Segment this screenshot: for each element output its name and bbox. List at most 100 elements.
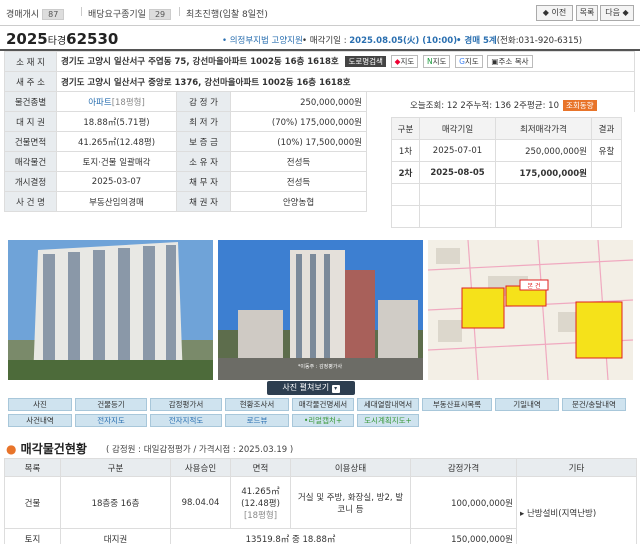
owner-value: 전성득 xyxy=(230,151,367,172)
round-cell xyxy=(591,183,622,206)
rounds-table: 구분 매각기일 최저매각가격 결과 1차 2025-07-01 250,000,… xyxy=(391,117,622,228)
goods-cell: 거실 및 주방, 화장실, 방2, 발코니 등 xyxy=(290,476,411,529)
round-cell: 2025-07-01 xyxy=(419,139,496,162)
round-cell: 2차 xyxy=(391,161,420,184)
info-label: 대 지 권 xyxy=(4,111,57,132)
prev-button[interactable]: ◆ 이전 xyxy=(536,5,573,21)
info-label: 감 정 가 xyxy=(176,91,231,112)
goods-header: 면적 xyxy=(230,458,291,477)
auction-start-tab[interactable]: 경매개시 87 xyxy=(6,7,65,20)
top-bar: 경매개시 87 | 배당요구종기일 29 | 최초진행(입찰 8일전) ◆ 이전 목… xyxy=(0,0,640,26)
map-button-3[interactable]: G지도 xyxy=(455,55,483,68)
copy-address-button[interactable]: ▣주소 복사 xyxy=(487,55,533,68)
e-map-link[interactable]: 전자지도 xyxy=(75,414,147,427)
photo-strip: *이동주 : 감정평가사 본 건 xyxy=(0,238,640,383)
appraisal-report-link[interactable]: 감정평가서 xyxy=(150,398,222,411)
round-row: 1차 2025-07-01 250,000,000원 유찰 xyxy=(391,139,622,162)
new-address-value: 경기도 고양시 일산서구 중앙로 1376, 강선마을아파트 1002동 16층… xyxy=(56,71,635,92)
round-cell: 2025-08-05 xyxy=(419,161,496,184)
goods-header: 사용승인 xyxy=(170,458,231,477)
start-decision-value: 2025-03-07 xyxy=(56,171,177,192)
deposit-value: (10%) 17,500,000원 xyxy=(230,131,367,152)
map-button-1[interactable]: ◆지도 xyxy=(390,55,419,68)
building-photo-2[interactable]: *이동주 : 감정평가사 xyxy=(218,240,423,380)
goods-area-cell: 41.265㎡ (12.48평) [18평형] xyxy=(230,476,291,529)
round-cell xyxy=(495,183,592,206)
case-history-link[interactable]: 사건내역 xyxy=(8,414,72,427)
chevron-down-icon: ▾ xyxy=(331,385,340,393)
goods-header: 기타 xyxy=(516,458,637,477)
road-name-search-button[interactable]: 도로명검색 xyxy=(345,56,386,67)
documents-link[interactable]: 문건/송달내역 xyxy=(562,398,626,411)
round-row: 2차 2025-08-05 175,000,000원 xyxy=(391,161,622,184)
sale-object-value: 토지·건물 일괄매각 xyxy=(56,151,177,172)
dividend-deadline-tab[interactable]: 배당요구종기일 29 xyxy=(88,7,172,20)
city-plan-map-link[interactable]: 도시계획지도+ xyxy=(357,414,419,427)
address-cell: 경기도 고양시 일산서구 주엽동 75, 강선마을아파트 1002동 16층 1… xyxy=(56,51,635,72)
section-title: ● 매각물건현황 xyxy=(6,442,87,456)
case-number: 2025타경62530 xyxy=(6,30,119,48)
info-label: 채 권 자 xyxy=(176,191,231,212)
court-name: • 의정부지법 고양지원 xyxy=(222,36,303,46)
address-label: 소 재 지 xyxy=(4,51,57,72)
next-button[interactable]: 다음 ◆ xyxy=(600,5,634,21)
dept-info: • 경매 5계(전화:031-920-6315) xyxy=(456,36,583,46)
appraisal-value: 250,000,000원 xyxy=(230,91,367,112)
info-label: 사 건 명 xyxy=(4,191,57,212)
list-button[interactable]: 목록 xyxy=(576,5,598,21)
goods-cell: 100,000,000원 xyxy=(410,476,517,529)
goods-cell: 150,000,000원 xyxy=(410,528,517,544)
location-map[interactable]: 본 건 xyxy=(428,240,633,380)
rounds-header: 매각기일 xyxy=(419,117,496,140)
round-cell xyxy=(391,205,420,228)
household-link[interactable]: 세대열람내역서 xyxy=(357,398,419,411)
round-cell xyxy=(419,183,496,206)
goods-row: 건물 18층중 16층 98.04.04 41.265㎡ (12.48평) [18평… xyxy=(4,476,637,544)
status-report-link[interactable]: 현황조사서 xyxy=(225,398,289,411)
info-label: 매각물건 xyxy=(4,151,57,172)
rounds-header: 결과 xyxy=(591,117,622,140)
photo-caption: *이동주 : 감정평가사 xyxy=(298,363,343,370)
round-cell xyxy=(591,205,622,228)
road-view-link[interactable]: 로드뷰 xyxy=(225,414,289,427)
round-cell: 175,000,000원 xyxy=(495,161,592,184)
round-cell xyxy=(419,205,496,228)
min-price-value: (70%) 175,000,000원 xyxy=(230,111,367,132)
round-cell: 유찰 xyxy=(591,139,622,162)
copy-icon: ▣ xyxy=(491,57,499,66)
first-round-tab[interactable]: 최초진행(입찰 8일전) xyxy=(186,7,268,20)
goods-header: 목록 xyxy=(4,458,61,477)
building-registry-link[interactable]: 건물등기 xyxy=(75,398,147,411)
sale-statement-link[interactable]: 매각물건명세서 xyxy=(292,398,354,411)
cadastral-map-link[interactable]: 전자지적도 xyxy=(150,414,222,427)
building-photo-1[interactable] xyxy=(8,240,213,380)
photos-link[interactable]: 사진 xyxy=(8,398,72,411)
goods-cell: 건물 xyxy=(4,476,61,529)
round-cell: 1차 xyxy=(391,139,420,162)
property-list-link[interactable]: 부동산표시목록 xyxy=(422,398,492,411)
rounds-header: 최저매각가격 xyxy=(495,117,592,140)
property-type-value: 아파트[18평형] xyxy=(56,91,177,112)
round-cell xyxy=(391,183,420,206)
section-meta: ( 감정원 : 대일감정평가 / 가격시점 : 2025.03.19 ) xyxy=(106,445,294,455)
real-capture-link[interactable]: •리얼캡처+ xyxy=(292,414,354,427)
goods-table: 목록 구분 사용승인 면적 이용상태 감정가격 기타 건물 18층중 16층 9… xyxy=(4,458,637,544)
debtor-value: 전성득 xyxy=(230,171,367,192)
date-history-link[interactable]: 기일내역 xyxy=(495,398,559,411)
goods-cell: 98.04.04 xyxy=(170,476,231,529)
goods-cell: ▸ 난방설비(지역난방) xyxy=(516,476,637,544)
sale-date: • 매각기일 : 2025.08.05(火) (10:00) xyxy=(302,36,458,46)
map-button-2[interactable]: N지도 xyxy=(422,55,451,68)
case-name-value: 부동산임의경매 xyxy=(56,191,177,212)
case-title-bar: 2025타경62530 • 의정부지법 고양지원 • 매각기일 : 2025.0… xyxy=(0,28,640,50)
divider: | xyxy=(178,7,182,17)
bullet-icon: ● xyxy=(6,442,17,456)
creditor-value: 안양농협 xyxy=(230,191,367,212)
view-trend-button[interactable]: 조회동향 xyxy=(562,100,597,111)
info-label: 개시결정 xyxy=(4,171,57,192)
map-pin-label: 본 건 xyxy=(528,282,541,290)
round-cell xyxy=(591,161,622,184)
round-cell xyxy=(495,205,592,228)
expand-photos-button[interactable]: 사진 펼쳐보기 ▾ xyxy=(267,381,355,395)
goods-header: 구분 xyxy=(60,458,171,477)
